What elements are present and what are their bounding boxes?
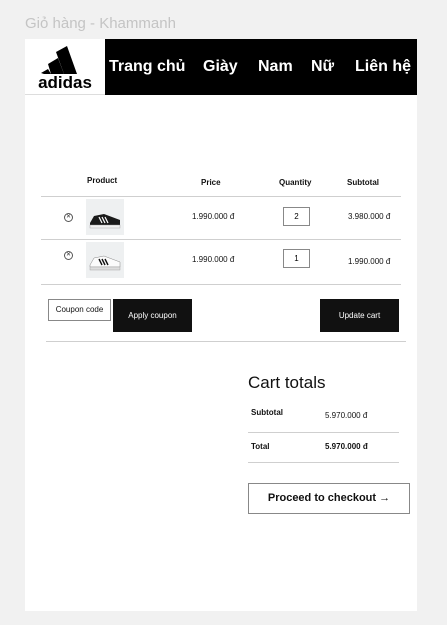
header-price: Price (201, 178, 221, 187)
nav-item-nu[interactable]: Nữ (311, 58, 334, 76)
quantity-input[interactable]: 2 (283, 207, 310, 226)
top-nav: adidas Trang chủ Giày Nam Nữ Liên hệ (25, 39, 417, 95)
divider (41, 196, 401, 197)
row-subtotal: 1.990.000 đ (348, 257, 391, 266)
divider (248, 462, 399, 463)
total-label: Total (251, 442, 270, 451)
nav-item-giay[interactable]: Giày (203, 58, 238, 76)
nav-item-nam[interactable]: Nam (258, 58, 293, 76)
brand-logo[interactable]: adidas (25, 39, 105, 95)
remove-x-icon[interactable]: ✕ (64, 213, 73, 222)
cart-page: adidas Trang chủ Giày Nam Nữ Liên hệ Pro… (25, 39, 417, 611)
update-cart-button[interactable]: Update cart (320, 299, 399, 332)
apply-coupon-button[interactable]: Apply coupon (113, 299, 192, 332)
black-sneaker-image (86, 199, 124, 235)
divider (46, 341, 406, 342)
nav-menu: Trang chủ Giày Nam Nữ Liên hệ (109, 39, 417, 95)
header-quantity: Quantity (279, 178, 312, 187)
nav-item-trang-chu[interactable]: Trang chủ (109, 58, 185, 76)
row-price: 1.990.000 đ (192, 212, 235, 221)
nav-item-lien-he[interactable]: Liên hệ (355, 58, 411, 76)
divider (41, 284, 401, 285)
coupon-code-input[interactable]: Coupon code (48, 299, 111, 321)
cart-totals-title: Cart totals (248, 373, 326, 392)
proceed-to-checkout-button[interactable]: Proceed to checkout → (248, 483, 410, 514)
header-subtotal: Subtotal (347, 178, 379, 187)
total-value: 5.970.000 đ (325, 442, 368, 451)
subtotal-value: 5.970.000 đ (325, 411, 368, 420)
remove-x-icon[interactable]: ✕ (64, 251, 73, 260)
row-subtotal: 3.980.000 đ (348, 212, 391, 221)
header-product: Product (87, 176, 118, 185)
frame-title: Giỏ hàng - Khammanh (25, 15, 176, 32)
quantity-input[interactable]: 1 (283, 249, 310, 268)
white-sneaker-image (86, 242, 124, 278)
divider (248, 432, 399, 433)
adidas-logo-icon: adidas (38, 46, 92, 91)
divider (41, 239, 401, 240)
row-price: 1.990.000 đ (192, 255, 235, 264)
subtotal-label: Subtotal (251, 408, 283, 417)
svg-text:adidas: adidas (38, 73, 92, 91)
